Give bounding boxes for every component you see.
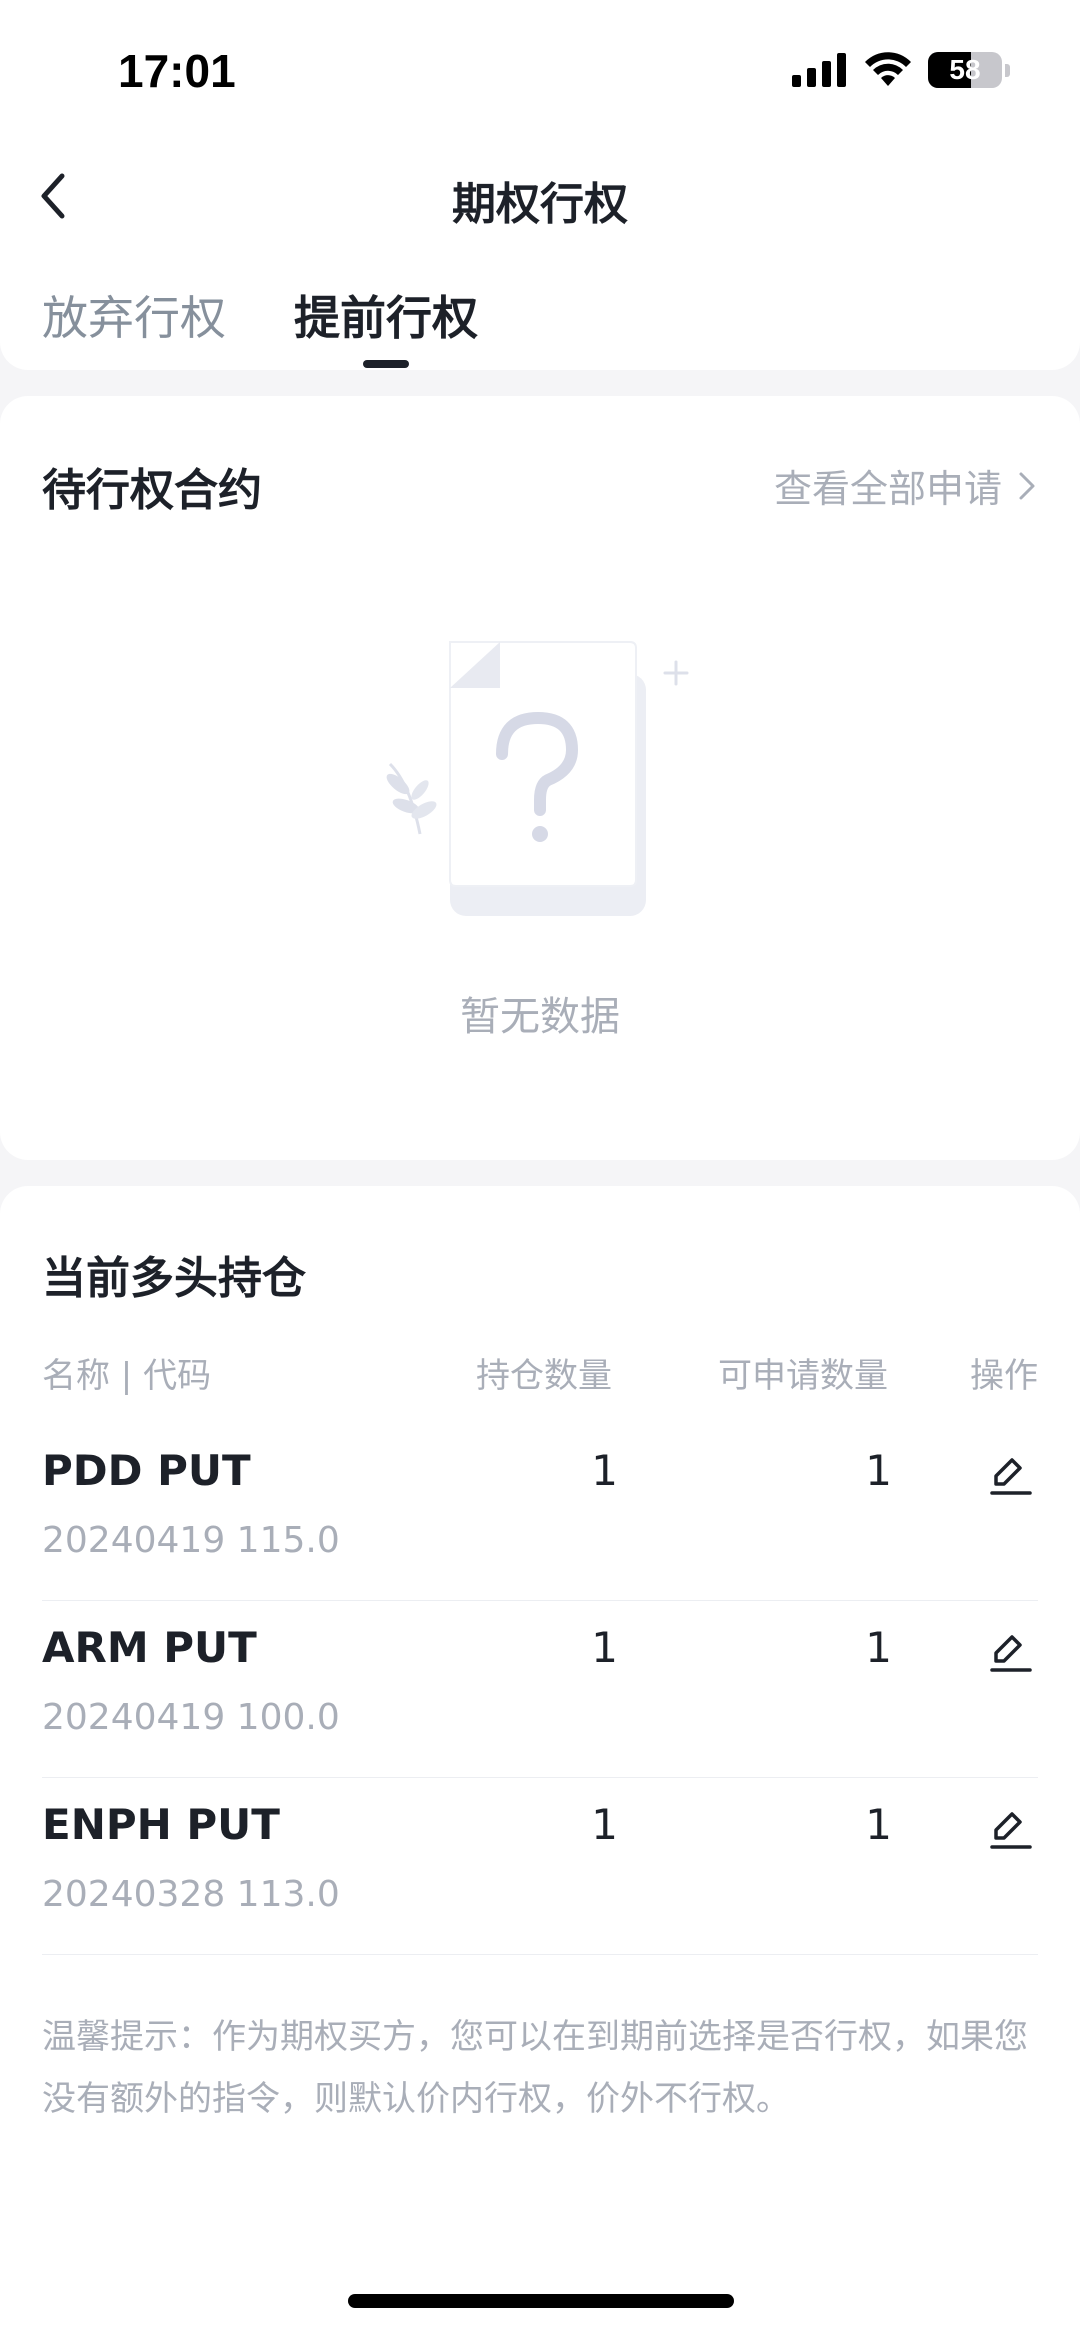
hold-quantity: 1: [591, 1623, 618, 1672]
hold-quantity: 1: [591, 1800, 618, 1849]
home-indicator: [348, 2294, 734, 2308]
long-positions-card: 当前多头持仓 名称 | 代码 持仓数量 可申请数量 操作 PDD PUT 202…: [0, 1186, 1080, 2337]
page-title: 期权行权: [452, 179, 628, 230]
exercise-tip: 温馨提示：作为期权买方，您可以在到期前选择是否行权，如果您没有额外的指令，则默认…: [42, 2017, 1028, 2119]
tab-waive-exercise[interactable]: 放弃行权: [42, 282, 226, 362]
apply-quantity: 1: [865, 1623, 892, 1672]
edit-icon[interactable]: [988, 1629, 1034, 1675]
edit-icon[interactable]: [988, 1806, 1034, 1852]
contract-code: 20240328 113.0: [42, 1874, 340, 1915]
tab-label: 提前行权: [294, 291, 478, 345]
column-name-code: 名称 | 代码: [42, 1356, 212, 1396]
column-action: 操作: [970, 1356, 1038, 1396]
view-all-link[interactable]: 查看全部申请: [774, 458, 1036, 513]
positions-title: 当前多头持仓: [42, 1253, 306, 1304]
empty-state-text: 暂无数据: [460, 994, 620, 1040]
active-tab-indicator: [363, 360, 409, 368]
empty-document-icon: [386, 641, 689, 916]
status-time: 17:01: [118, 45, 236, 97]
pending-title: 待行权合约: [42, 465, 262, 516]
table-row: PDD PUT 20240419 115.0 1 1: [42, 1424, 1038, 1601]
chevron-right-icon: [1019, 472, 1035, 499]
contract-name: PDD PUT: [42, 1446, 251, 1495]
status-bar: 17:01 58: [0, 0, 1080, 140]
apply-quantity: 1: [865, 1446, 892, 1495]
battery-icon: 58: [928, 52, 1002, 88]
tab-label: 放弃行权: [42, 291, 226, 345]
contract-name: ENPH PUT: [42, 1800, 280, 1849]
status-icons: 58: [792, 50, 1010, 90]
contract-code: 20240419 115.0: [42, 1520, 340, 1561]
table-header: 名称 | 代码 持仓数量 可申请数量 操作: [42, 1348, 1038, 1398]
view-all-label: 查看全部申请: [773, 467, 1002, 511]
battery-cap: [1005, 63, 1010, 77]
hold-quantity: 1: [591, 1446, 618, 1495]
contract-name: ARM PUT: [42, 1623, 257, 1672]
header: 期权行权 放弃行权 提前行权: [0, 140, 1080, 370]
apply-quantity: 1: [865, 1800, 892, 1849]
column-hold-qty: 持仓数量: [476, 1356, 612, 1396]
pending-contracts-card: 待行权合约 查看全部申请 暂无数据: [0, 396, 1080, 1160]
tab-early-exercise[interactable]: 提前行权: [294, 282, 478, 368]
battery-level: 58: [949, 54, 981, 85]
tab-bar: 放弃行权 提前行权: [42, 282, 478, 368]
positions-list: PDD PUT 20240419 115.0 1 1 ARM PUT 20240…: [42, 1424, 1038, 1955]
column-apply-qty: 可申请数量: [718, 1356, 888, 1396]
wifi-icon: [865, 52, 911, 86]
contract-code: 20240419 100.0: [42, 1697, 340, 1738]
table-row: ARM PUT 20240419 100.0 1 1: [42, 1601, 1038, 1778]
cellular-signal-icon: [792, 53, 846, 87]
table-row: ENPH PUT 20240328 113.0 1 1: [42, 1778, 1038, 1955]
edit-icon[interactable]: [988, 1452, 1034, 1498]
